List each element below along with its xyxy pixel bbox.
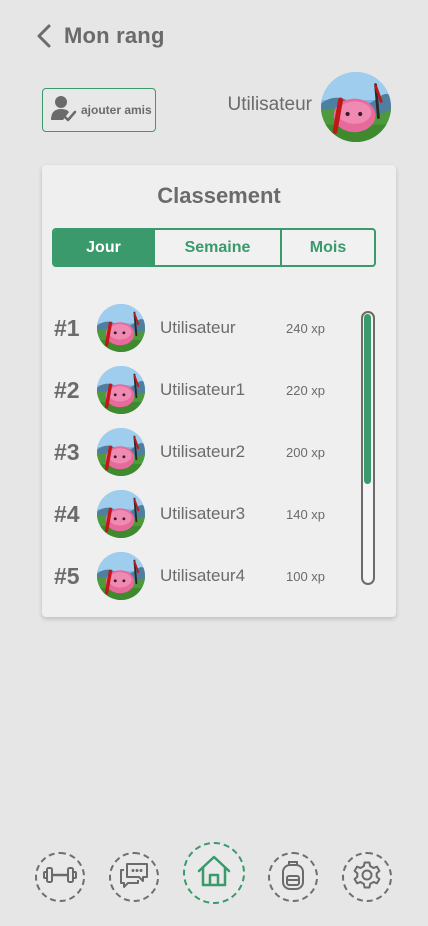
nav-inventory[interactable] [268,852,318,902]
user-avatar[interactable] [321,72,391,142]
player-name: Utilisateur1 [160,380,246,399]
backpack-icon [280,859,306,896]
tab-jour[interactable]: Jour [54,230,155,265]
nav-chat[interactable] [109,852,159,902]
tab-semaine[interactable]: Semaine [155,230,282,265]
chat-icon [118,861,150,894]
leaderboard-row[interactable]: #3 Utilisateur2 200 xp [54,421,354,483]
leaderboard-row[interactable]: #2 Utilisateur1 220 xp [54,359,354,421]
add-friend-button[interactable]: ajouter amis [42,88,156,132]
avatar [97,490,145,538]
player-xp: 220 xp [286,382,326,398]
nav-workout[interactable] [35,852,85,902]
user-check-icon [49,94,77,127]
scrollbar-thumb[interactable] [364,314,371,484]
rank-label: #3 [54,438,80,465]
leaderboard-card: Classement Jour Semaine Mois #1 Utilisat… [42,165,396,617]
home-icon [196,854,232,893]
bottom-nav [0,840,428,910]
player-xp: 240 xp [286,320,326,336]
player-xp: 100 xp [286,568,326,584]
rank-label: #5 [54,562,80,589]
add-friend-label: ajouter amis [81,103,152,117]
scrollbar[interactable] [361,311,375,585]
rank-label: #2 [54,376,80,403]
chevron-left-icon[interactable] [32,20,56,52]
player-name: Utilisateur4 [160,566,246,585]
gear-icon [352,860,382,895]
player-xp: 140 xp [286,506,326,522]
avatar [97,552,145,600]
avatar [97,428,145,476]
leaderboard-list: #1 Utilisateur 240 xp #2 Utilisateur1 22… [54,297,354,607]
leaderboard-title: Classement [157,183,281,208]
player-name: Utilisateur2 [160,442,246,461]
leaderboard-row[interactable]: #5 Utilisateur4 100 xp [54,545,354,607]
player-xp: 200 xp [286,444,326,460]
period-tabs: Jour Semaine Mois [52,228,376,267]
avatar [97,304,145,352]
tab-mois[interactable]: Mois [282,230,374,265]
rank-label: #4 [54,500,80,527]
dumbbell-icon [43,865,77,890]
nav-settings[interactable] [342,852,392,902]
current-username: Utilisateur [227,94,312,115]
player-name: Utilisateur [160,318,236,337]
leaderboard-row[interactable]: #1 Utilisateur 240 xp [54,297,354,359]
page-title: Mon rang [64,23,165,48]
leaderboard-row[interactable]: #4 Utilisateur3 140 xp [54,483,354,545]
avatar [97,366,145,414]
player-name: Utilisateur3 [160,504,246,523]
rank-label: #1 [54,314,80,341]
header: Mon rang [32,20,165,52]
nav-home[interactable] [183,842,245,904]
